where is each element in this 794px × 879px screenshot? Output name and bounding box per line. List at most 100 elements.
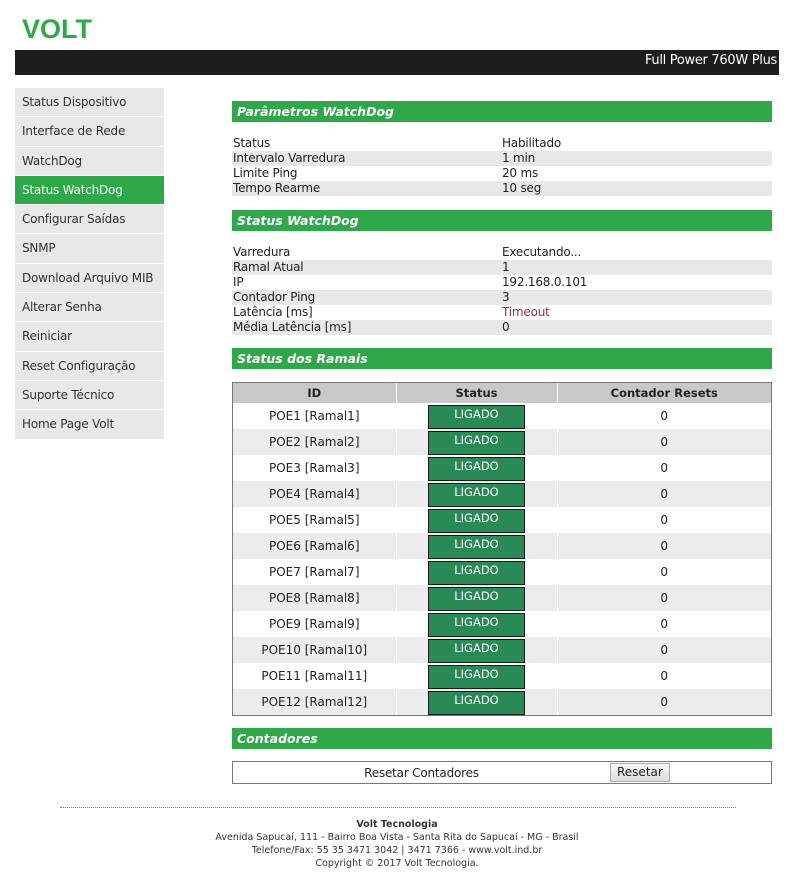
section-header-contadores: Contadores [232, 728, 772, 749]
status-label: Contador Ping [233, 290, 316, 304]
ramal-resets: 0 [557, 663, 771, 689]
ramal-status-button[interactable]: LIGADO [428, 586, 525, 611]
ramal-status-button[interactable]: LIGADO [428, 508, 525, 533]
sidebar-item-status-watchdog[interactable]: Status WatchDog [15, 175, 164, 206]
ramal-row: POE5 [Ramal5] LIGADO 0 [233, 507, 771, 533]
sidebar: Status Dispositivo Interface de Rede Wat… [15, 88, 164, 440]
ramal-id: POE4 [Ramal4] [233, 481, 397, 507]
ramal-status-cell: LIGADO [396, 533, 558, 559]
ramal-status-cell: LIGADO [396, 637, 558, 663]
ramal-resets: 0 [557, 585, 771, 611]
resetar-contadores-label: Resetar Contadores [364, 765, 479, 780]
param-row: Limite Ping 20 ms [232, 166, 772, 181]
ramal-row: POE3 [Ramal3] LIGADO 0 [233, 455, 771, 481]
status-value: 0 [502, 320, 510, 334]
ramal-status-button[interactable]: LIGADO [428, 638, 525, 663]
status-row: Latência [ms] Timeout [232, 305, 772, 320]
param-label: Tempo Rearme [233, 181, 321, 195]
status-value: Executando... [502, 245, 582, 259]
ramal-row: POE6 [Ramal6] LIGADO 0 [233, 533, 771, 559]
sidebar-item-reset-configuracao[interactable]: Reset Configuração [15, 351, 164, 381]
ramal-status-button[interactable]: LIGADO [428, 404, 525, 429]
ramal-id: POE5 [Ramal5] [233, 507, 397, 533]
ramal-id: POE3 [Ramal3] [233, 455, 397, 481]
ramal-status-cell: LIGADO [396, 403, 558, 429]
ramal-id: POE6 [Ramal6] [233, 533, 397, 559]
ramal-status-cell: LIGADO [396, 689, 558, 715]
footer-company: Volt Tecnologia [356, 819, 438, 830]
param-label: Status [233, 136, 271, 150]
status-row: Contador Ping 3 [232, 290, 772, 305]
footer-copyright: Copyright © 2017 Volt Tecnologia. [315, 858, 479, 869]
sidebar-item-status-dispositivo[interactable]: Status Dispositivo [15, 88, 164, 118]
ramal-row: POE12 [Ramal12] LIGADO 0 [233, 689, 771, 715]
footer: Volt Tecnologia Avenida Sapucaí, 111 - B… [200, 818, 594, 870]
ramal-status-button[interactable]: LIGADO [428, 664, 525, 689]
status-value: 192.168.0.101 [502, 275, 588, 289]
section-header-status-watchdog: Status WatchDog [232, 210, 772, 231]
ramal-resets: 0 [557, 559, 771, 585]
ramal-status-button[interactable]: LIGADO [428, 560, 525, 585]
ramal-id: POE10 [Ramal10] [233, 637, 397, 663]
column-header-id: ID [233, 383, 397, 403]
column-header-status: Status [396, 383, 558, 403]
ramal-resets: 0 [557, 403, 771, 429]
ramal-resets: 0 [557, 429, 771, 455]
sidebar-item-download-mib[interactable]: Download Arquivo MIB [15, 263, 164, 294]
ramal-status-cell: LIGADO [396, 429, 558, 455]
ramais-table: ID Status Contador Resets POE1 [Ramal1] L… [232, 382, 772, 716]
ramal-id: POE8 [Ramal8] [233, 585, 397, 611]
ramal-status-button[interactable]: LIGADO [428, 430, 525, 455]
param-row: Status Habilitado [232, 136, 772, 151]
section-header-parametros: Parâmetros WatchDog [232, 101, 772, 122]
status-label: Ramal Atual [233, 260, 304, 274]
top-bar: Full Power 760W Plus [15, 50, 779, 75]
parametros-table: Status Habilitado Intervalo Varredura 1 … [232, 136, 772, 196]
ramal-id: POE11 [Ramal11] [233, 663, 397, 689]
param-row: Tempo Rearme 10 seg [232, 181, 772, 196]
ramal-status-button[interactable]: LIGADO [428, 612, 525, 637]
status-value: 3 [502, 290, 510, 304]
sidebar-item-reiniciar[interactable]: Reiniciar [15, 322, 164, 352]
sidebar-item-watchdog[interactable]: WatchDog [15, 146, 164, 176]
ramal-status-cell: LIGADO [396, 585, 558, 611]
sidebar-item-interface-de-rede[interactable]: Interface de Rede [15, 117, 164, 147]
sidebar-item-suporte-tecnico[interactable]: Suporte Técnico [15, 380, 164, 411]
sidebar-item-snmp[interactable]: SNMP [15, 234, 164, 264]
param-value: 20 ms [502, 166, 539, 180]
ramal-id: POE7 [Ramal7] [233, 559, 397, 585]
device-title: Full Power 760W Plus [644, 53, 777, 68]
ramal-resets: 0 [557, 689, 771, 715]
ramal-id: POE2 [Ramal2] [233, 429, 397, 455]
sidebar-item-alterar-senha[interactable]: Alterar Senha [15, 293, 164, 323]
status-watchdog-table: Varredura Executando... Ramal Atual 1 IP… [232, 245, 772, 335]
ramal-status-cell: LIGADO [396, 663, 558, 689]
param-value: 10 seg [502, 181, 542, 195]
ramal-status-button[interactable]: LIGADO [428, 690, 525, 715]
ramal-resets: 0 [557, 637, 771, 663]
ramal-status-cell: LIGADO [396, 455, 558, 481]
sidebar-item-home-page-volt[interactable]: Home Page Volt [15, 410, 164, 440]
status-label: Latência [ms] [233, 305, 313, 319]
ramal-status-button[interactable]: LIGADO [428, 482, 525, 507]
status-row: IP 192.168.0.101 [232, 275, 772, 290]
resetar-button[interactable]: Resetar [610, 763, 670, 782]
ramal-row: POE1 [Ramal1] LIGADO 0 [233, 403, 771, 429]
ramal-row: POE2 [Ramal2] LIGADO 0 [233, 429, 771, 455]
ramal-id: POE1 [Ramal1] [233, 403, 397, 429]
section-header-ramais: Status dos Ramais [232, 348, 772, 369]
sidebar-item-configurar-saidas[interactable]: Configurar Saídas [15, 205, 164, 235]
ramal-resets: 0 [557, 507, 771, 533]
ramal-resets: 0 [557, 481, 771, 507]
status-row: Ramal Atual 1 [232, 260, 772, 275]
ramal-status-button[interactable]: LIGADO [428, 534, 525, 559]
param-value: Habilitado [502, 136, 562, 150]
param-label: Intervalo Varredura [233, 151, 346, 165]
ramal-status-button[interactable]: LIGADO [428, 456, 525, 481]
param-label: Limite Ping [233, 166, 298, 180]
ramal-resets: 0 [557, 611, 771, 637]
volt-logo[interactable]: VOLT [22, 16, 92, 43]
footer-divider [60, 807, 736, 808]
ramal-row: POE8 [Ramal8] LIGADO 0 [233, 585, 771, 611]
ramal-row: POE7 [Ramal7] LIGADO 0 [233, 559, 771, 585]
